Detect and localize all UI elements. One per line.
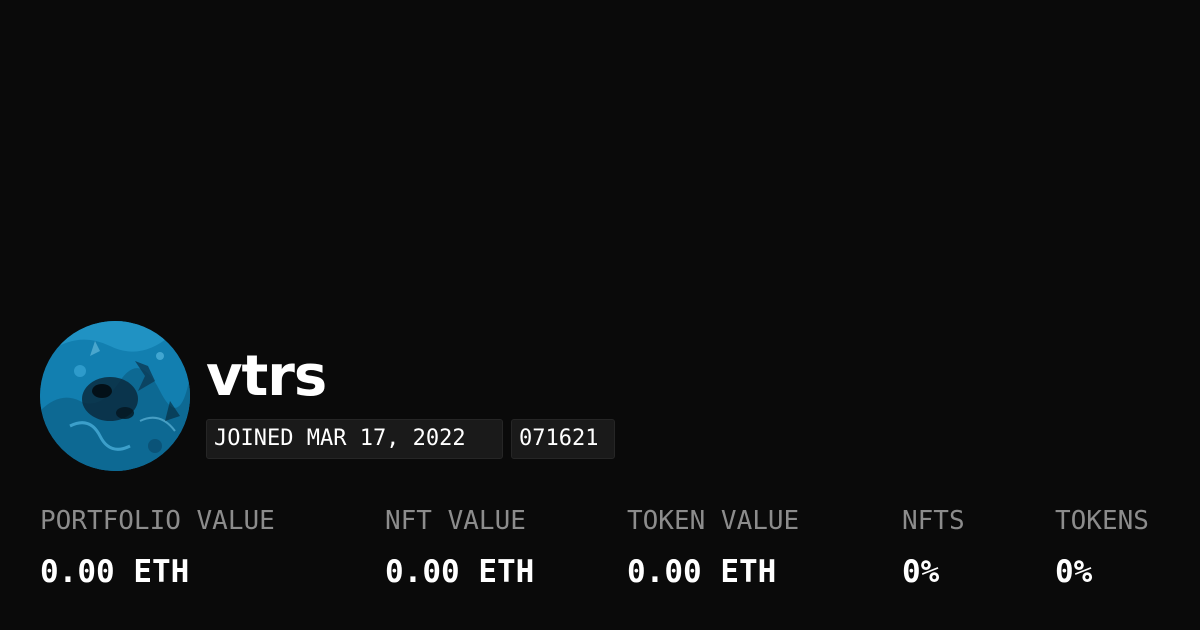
tokens-label: TOKENS xyxy=(1055,506,1149,536)
avatar xyxy=(40,321,190,471)
token-value: 0.00 ETH xyxy=(627,554,777,590)
nfts-percent: 0% xyxy=(902,554,940,590)
joined-date-badge: JOINED MAR 17, 2022 xyxy=(206,419,503,459)
tokens-percent: 0% xyxy=(1055,554,1093,590)
avatar-artwork xyxy=(40,321,190,471)
username: vtrs xyxy=(206,344,327,409)
nft-value: 0.00 ETH xyxy=(385,554,535,590)
profile-card: vtrs JOINED MAR 17, 2022 071621 PORTFOLI… xyxy=(0,0,1200,630)
profile-id-badge: 071621 xyxy=(511,419,615,459)
portfolio-value: 0.00 ETH xyxy=(40,554,190,590)
token-value-label: TOKEN VALUE xyxy=(627,506,800,536)
nft-value-label: NFT VALUE xyxy=(385,506,526,536)
portfolio-value-label: PORTFOLIO VALUE xyxy=(40,506,275,536)
nfts-label: NFTS xyxy=(902,506,965,536)
